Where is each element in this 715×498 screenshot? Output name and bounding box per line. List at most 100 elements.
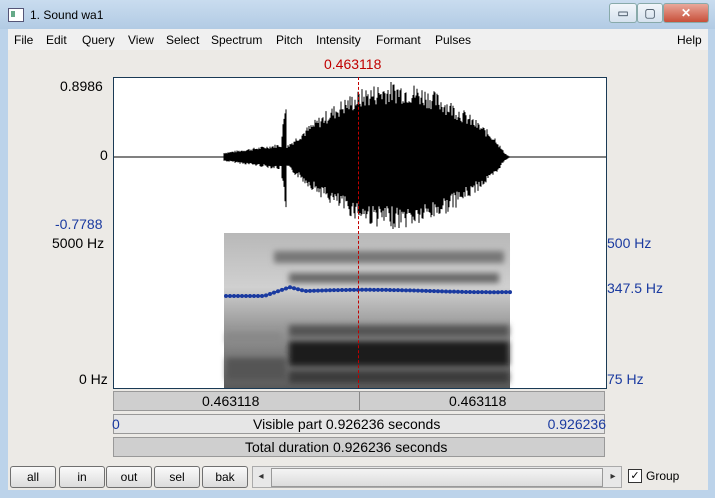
menu-pulses[interactable]: Pulses (435, 33, 471, 47)
amplitude-zero-label: 0 (100, 147, 108, 163)
group-checkbox[interactable]: ✓ (628, 469, 642, 483)
pitch-point (284, 286, 288, 291)
pitch-point (488, 290, 492, 295)
cursor-line (358, 77, 359, 388)
menu-pitch[interactable]: Pitch (276, 33, 303, 47)
window-frame-left (0, 29, 8, 498)
maximize-button[interactable]: ▢ (637, 3, 663, 23)
waveform-panel[interactable] (113, 77, 607, 234)
total-duration-label: Total duration 0.926236 seconds (245, 439, 448, 455)
menu-spectrum[interactable]: Spectrum (211, 33, 262, 47)
time-bar-divider (359, 392, 360, 410)
pitch-point (248, 294, 252, 298)
menu-intensity[interactable]: Intensity (316, 33, 361, 47)
pitch-point (496, 290, 500, 295)
pitch-point (328, 288, 332, 293)
zoom-out-button[interactable]: out (106, 466, 152, 488)
window-frame-right (707, 29, 715, 498)
app-icon (8, 8, 24, 22)
spectrogram-panel[interactable] (113, 233, 607, 389)
pitch-point (392, 288, 396, 293)
zoom-all-button[interactable]: all (10, 466, 56, 488)
zoom-in-button[interactable]: in (59, 466, 105, 488)
zoom-back-button[interactable]: bak (202, 466, 248, 488)
visible-part-bar[interactable]: 0 Visible part 0.926236 seconds 0.926236 (112, 414, 606, 434)
menu-query[interactable]: Query (82, 33, 115, 47)
window-frame-bottom (0, 490, 715, 498)
scroll-right-arrow-icon[interactable]: ▸ (605, 467, 621, 487)
menu-view[interactable]: View (128, 33, 154, 47)
pitch-point (232, 294, 236, 298)
pitch-point (492, 290, 496, 295)
pitch-point (256, 294, 260, 298)
pitch-point (460, 289, 464, 294)
pitch-point (252, 294, 256, 298)
pitch-point (364, 287, 368, 292)
pitch-point (360, 287, 364, 292)
pitch-point (260, 294, 264, 298)
pitch-point (372, 287, 376, 292)
amplitude-max-label: 0.8986 (60, 78, 103, 94)
pitch-point (292, 286, 296, 291)
pitch-point (340, 288, 344, 293)
pitch-point (416, 288, 420, 293)
cursor-time-bar[interactable]: 0.463118 0.463118 (113, 391, 605, 411)
right-time-label: 0.463118 (449, 393, 507, 409)
spectrogram-top-frequency: 5000 Hz (52, 235, 105, 251)
pitch-point (224, 294, 228, 298)
title-bar[interactable]: 1. Sound wa1 ▭ ▢ ✕ (0, 0, 715, 29)
pitch-point (448, 289, 452, 294)
window-title: 1. Sound wa1 (30, 8, 104, 22)
pitch-point (272, 290, 276, 295)
menu-help[interactable]: Help (677, 33, 702, 47)
pitch-point (296, 287, 300, 292)
total-duration-bar[interactable]: Total duration 0.926236 seconds (113, 437, 605, 457)
menu-select[interactable]: Select (166, 33, 199, 47)
pitch-point (440, 289, 444, 294)
pitch-point (244, 294, 248, 298)
pitch-point (304, 288, 308, 293)
visible-start-label: 0 (112, 416, 120, 432)
time-scrollbar[interactable]: ◂ ▸ (252, 466, 622, 488)
pitch-point (468, 290, 472, 295)
pitch-point (316, 288, 320, 293)
menu-bar: File Edit Query View Select Spectrum Pit… (8, 29, 708, 50)
pitch-point (276, 289, 280, 294)
editor-area: 0.463118 0.8986 0 -0.7788 5000 Hz 0 Hz 5… (8, 50, 708, 462)
pitch-point (388, 287, 392, 292)
minimize-button[interactable]: ▭ (609, 3, 637, 23)
pitch-point (400, 288, 404, 293)
pitch-point (308, 288, 312, 293)
amplitude-min-label: -0.7788 (55, 216, 103, 232)
pitch-point (236, 294, 240, 298)
pitch-point (240, 294, 244, 298)
menu-edit[interactable]: Edit (46, 33, 67, 47)
pitch-point (484, 290, 488, 295)
pitch-point (348, 287, 352, 292)
pitch-point (352, 287, 356, 292)
pitch-point (504, 290, 508, 295)
zoom-selection-button[interactable]: sel (154, 466, 200, 488)
pitch-point (324, 288, 328, 293)
pitch-point (336, 288, 340, 293)
close-button[interactable]: ✕ (663, 3, 709, 23)
visible-part-label: Visible part 0.926236 seconds (253, 416, 441, 432)
pitch-point (432, 289, 436, 294)
pitch-point (428, 289, 432, 294)
pitch-point (380, 287, 384, 292)
scroll-left-arrow-icon[interactable]: ◂ (253, 467, 269, 487)
pitch-point (288, 285, 292, 290)
pitch-point (332, 288, 336, 293)
pitch-point (280, 287, 284, 292)
pitch-point (300, 288, 304, 293)
pitch-point (264, 293, 268, 298)
pitch-point (456, 289, 460, 294)
pitch-point (452, 289, 456, 294)
pitch-point (500, 290, 504, 295)
pitch-point (476, 290, 480, 295)
pitch-point (480, 290, 484, 295)
menu-file[interactable]: File (14, 33, 33, 47)
scroll-thumb[interactable] (271, 468, 603, 487)
pitch-point (420, 288, 424, 293)
menu-formant[interactable]: Formant (376, 33, 421, 47)
